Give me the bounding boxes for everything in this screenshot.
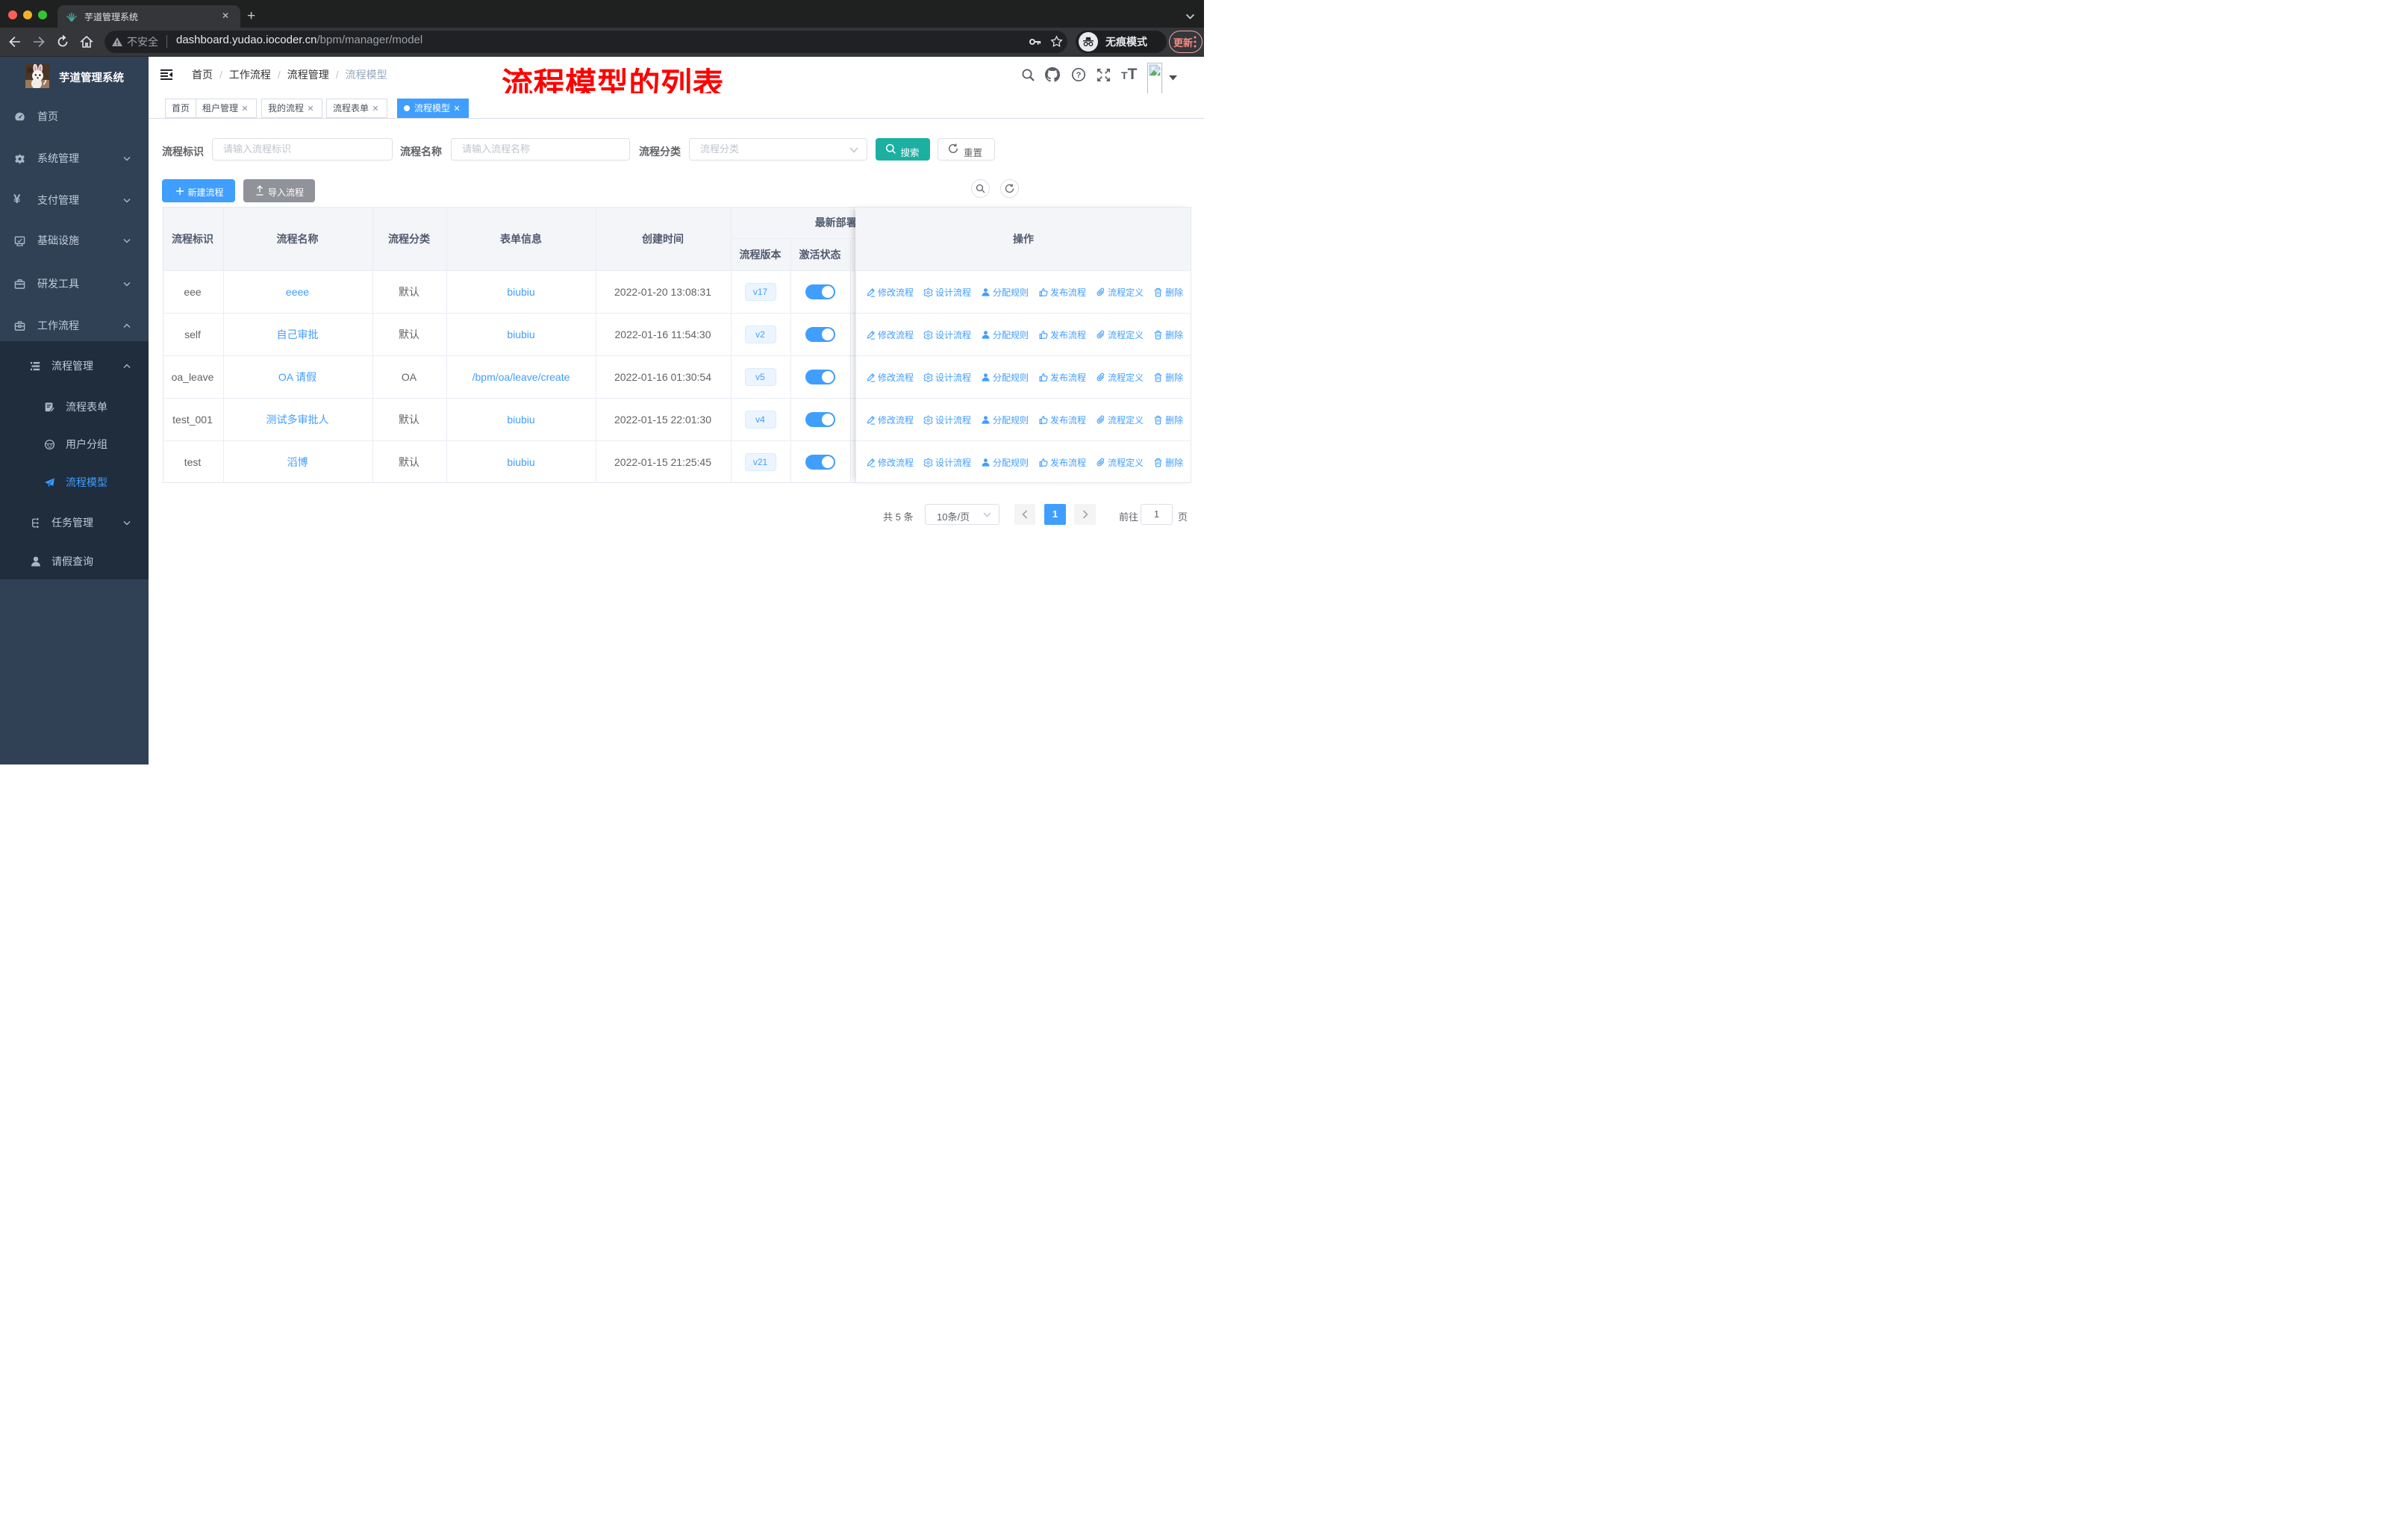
svg-text:?: ? xyxy=(1076,71,1082,80)
